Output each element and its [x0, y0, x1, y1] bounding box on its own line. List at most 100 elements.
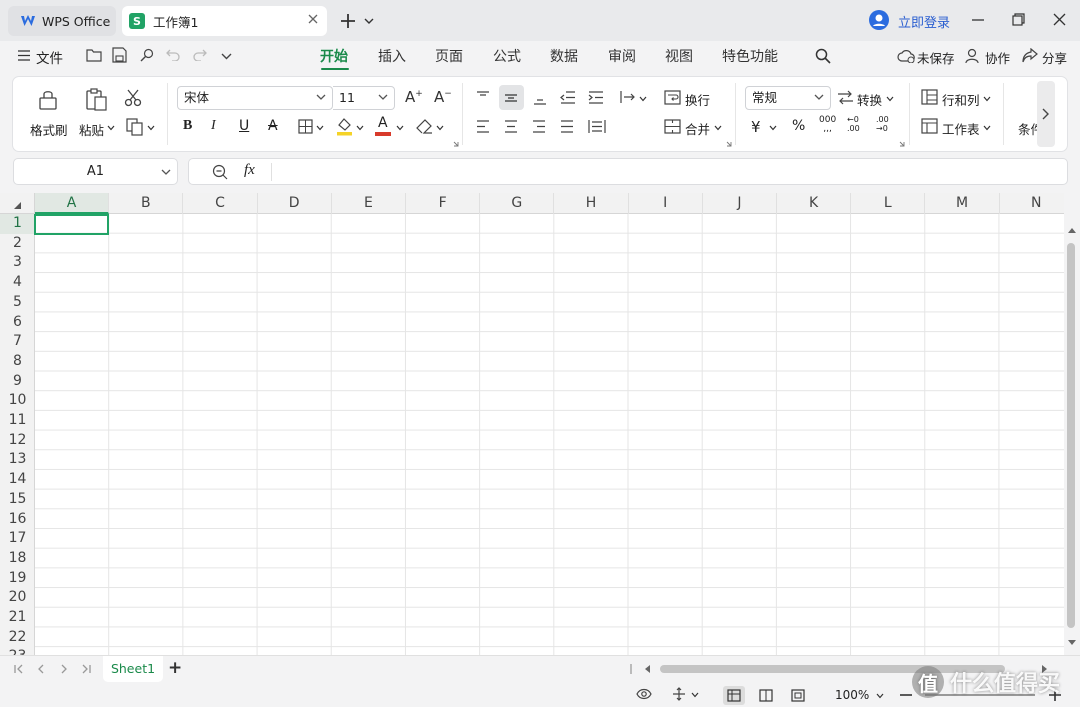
- column-header-b[interactable]: B: [109, 193, 184, 214]
- close-tab-icon[interactable]: [307, 13, 319, 25]
- align-top-icon[interactable]: [476, 91, 490, 103]
- row-header-16[interactable]: 16: [0, 510, 35, 530]
- alignment-dialog-launcher-icon[interactable]: [726, 141, 732, 147]
- page-layout-view-button[interactable]: [787, 686, 809, 705]
- merge-cells-button[interactable]: 合并: [685, 119, 710, 138]
- normal-view-button[interactable]: [723, 686, 745, 705]
- row-header-2[interactable]: 2: [0, 234, 35, 254]
- unsaved-status[interactable]: 未保存: [917, 48, 955, 67]
- more-chevron-icon[interactable]: [221, 53, 232, 60]
- column-header-l[interactable]: L: [851, 193, 926, 214]
- row-header-5[interactable]: 5: [0, 293, 35, 313]
- chevron-down-icon[interactable]: [161, 169, 171, 176]
- row-header-6[interactable]: 6: [0, 313, 35, 333]
- row-header-11[interactable]: 11: [0, 411, 35, 431]
- column-header-d[interactable]: D: [258, 193, 332, 214]
- chevron-down-icon[interactable]: [876, 693, 884, 699]
- menu-tab-page[interactable]: 页面: [435, 46, 463, 66]
- chevron-down-icon[interactable]: [436, 125, 444, 131]
- row-header-13[interactable]: 13: [0, 450, 35, 470]
- column-header-i[interactable]: I: [629, 193, 703, 214]
- chevron-down-icon[interactable]: [769, 125, 777, 131]
- chevron-down-icon[interactable]: [639, 96, 647, 102]
- decrease-decimal-icon[interactable]: .00 →0: [876, 115, 889, 133]
- open-folder-icon[interactable]: [86, 48, 102, 62]
- vertical-scroll-thumb[interactable]: [1067, 243, 1075, 628]
- rows-columns-button[interactable]: 行和列: [942, 90, 980, 109]
- zoom-out-icon[interactable]: [900, 694, 912, 696]
- row-header-9[interactable]: 9: [0, 372, 35, 392]
- first-sheet-icon[interactable]: [14, 664, 24, 674]
- row-header-7[interactable]: 7: [0, 332, 35, 352]
- thousands-separator-icon[interactable]: 000,,,: [819, 116, 836, 134]
- italic-icon[interactable]: I: [211, 118, 216, 134]
- tab-workbook[interactable]: S 工作簿1: [122, 6, 327, 36]
- strikethrough-icon[interactable]: A: [268, 118, 278, 134]
- formula-input[interactable]: [279, 162, 1059, 182]
- row-header-12[interactable]: 12: [0, 431, 35, 451]
- eye-protection-icon[interactable]: [636, 688, 652, 700]
- rows-columns-icon[interactable]: [921, 89, 938, 105]
- increase-decimal-icon[interactable]: ←0.00: [847, 115, 860, 133]
- next-sheet-icon[interactable]: [60, 664, 68, 674]
- row-header-18[interactable]: 18: [0, 549, 35, 569]
- font-name-select[interactable]: 宋体: [177, 86, 333, 110]
- row-header-21[interactable]: 21: [0, 608, 35, 628]
- hamburger-icon[interactable]: [18, 50, 30, 61]
- convert-button[interactable]: 转换: [857, 90, 882, 109]
- share-icon[interactable]: [1022, 48, 1038, 63]
- row-header-4[interactable]: 4: [0, 273, 35, 293]
- column-header-g[interactable]: G: [480, 193, 555, 214]
- copy-dropdown-icon[interactable]: [147, 125, 155, 131]
- column-header-c[interactable]: C: [183, 193, 258, 214]
- paste-icon[interactable]: [84, 87, 108, 111]
- menu-tab-features[interactable]: 特色功能: [722, 46, 778, 66]
- redo-icon[interactable]: [193, 49, 207, 61]
- distributed-icon[interactable]: [588, 119, 606, 134]
- collaborate-icon[interactable]: [965, 48, 981, 64]
- cut-icon[interactable]: [124, 89, 142, 107]
- column-header-j[interactable]: J: [703, 193, 777, 214]
- border-icon[interactable]: [298, 119, 313, 134]
- cell-area[interactable]: [35, 214, 1064, 655]
- align-bottom-icon[interactable]: [533, 93, 547, 105]
- align-center-icon[interactable]: [504, 120, 518, 133]
- menu-tab-data[interactable]: 数据: [550, 46, 578, 66]
- convert-icon[interactable]: [837, 90, 854, 105]
- wrap-text-icon[interactable]: [664, 90, 681, 105]
- last-sheet-icon[interactable]: [81, 664, 91, 674]
- justify-icon[interactable]: [560, 120, 574, 133]
- login-link[interactable]: 立即登录: [898, 12, 950, 31]
- percent-icon[interactable]: %: [792, 118, 805, 134]
- undo-icon[interactable]: [166, 49, 180, 61]
- underline-icon[interactable]: U: [239, 118, 249, 134]
- row-header-14[interactable]: 14: [0, 470, 35, 490]
- restore-icon[interactable]: [1012, 13, 1025, 26]
- scroll-up-icon[interactable]: [1068, 228, 1076, 233]
- column-header-h[interactable]: H: [554, 193, 629, 214]
- name-box[interactable]: A1: [13, 158, 178, 185]
- chevron-down-icon[interactable]: [316, 125, 324, 131]
- print-preview-icon[interactable]: [140, 48, 154, 62]
- chevron-down-icon[interactable]: [691, 692, 699, 698]
- menu-tab-review[interactable]: 审阅: [608, 46, 636, 66]
- row-header-15[interactable]: 15: [0, 490, 35, 510]
- font-size-select[interactable]: 11: [333, 86, 395, 110]
- worksheet-icon[interactable]: [921, 118, 938, 134]
- row-header-17[interactable]: 17: [0, 529, 35, 549]
- paste-dropdown-icon[interactable]: [107, 125, 115, 131]
- sheet-tab-sheet1[interactable]: Sheet1: [103, 656, 163, 682]
- row-header-1[interactable]: 1: [0, 214, 35, 234]
- active-cell-a1[interactable]: [34, 214, 109, 235]
- select-all-corner[interactable]: [0, 193, 35, 214]
- fx-icon[interactable]: fx: [244, 162, 255, 179]
- file-menu[interactable]: 文件: [36, 47, 63, 67]
- row-header-3[interactable]: 3: [0, 253, 35, 273]
- column-header-n[interactable]: N: [1000, 193, 1064, 214]
- increase-indent-icon[interactable]: [588, 91, 604, 104]
- font-color-icon[interactable]: A: [378, 115, 388, 131]
- chevron-down-icon[interactable]: [983, 125, 991, 131]
- worksheet-button[interactable]: 工作表: [942, 119, 980, 138]
- format-painter-icon[interactable]: [37, 89, 59, 111]
- zoom-lookup-icon[interactable]: [212, 164, 228, 180]
